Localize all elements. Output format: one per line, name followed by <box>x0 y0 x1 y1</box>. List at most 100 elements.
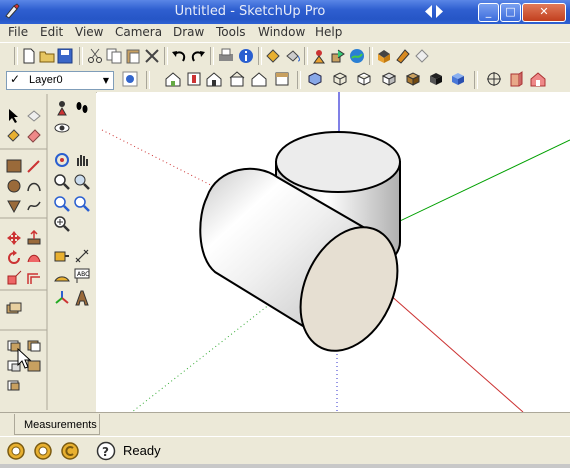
next-view-icon[interactable] <box>74 196 90 212</box>
make-component-icon[interactable] <box>265 48 281 64</box>
wireframe-cube-icon[interactable] <box>332 71 348 87</box>
position-camera-icon[interactable] <box>54 100 70 116</box>
scale-tool-icon[interactable] <box>6 270 22 286</box>
toolbar-separator <box>297 71 301 89</box>
section-plane-icon[interactable] <box>486 71 502 87</box>
layer-dropdown[interactable]: ✓ Layer0 ▼ <box>6 71 114 90</box>
svg-text:?: ? <box>102 445 109 459</box>
menu-view[interactable]: View <box>75 25 103 39</box>
get-models-icon[interactable] <box>311 48 327 64</box>
circle-tool-icon[interactable] <box>6 178 22 194</box>
materials-icon[interactable] <box>395 48 411 64</box>
previous-section-icon[interactable] <box>6 377 22 393</box>
zoom-extents-icon[interactable] <box>54 216 70 232</box>
styles-icon[interactable] <box>414 48 430 64</box>
view-left-house-icon[interactable] <box>274 71 290 87</box>
license-icon[interactable] <box>60 441 80 461</box>
walk-icon[interactable] <box>74 100 90 116</box>
undo-icon[interactable] <box>171 48 187 64</box>
cut-icon[interactable] <box>87 48 103 64</box>
offset-tool-icon[interactable] <box>26 270 42 286</box>
view-right-house-icon[interactable] <box>229 71 245 87</box>
text-tool-icon[interactable]: ABC <box>74 268 90 284</box>
google-earth-icon[interactable] <box>349 48 365 64</box>
rectangle-tool-icon[interactable] <box>6 158 22 174</box>
menu-tools[interactable]: Tools <box>216 25 246 39</box>
title-nav-icon[interactable] <box>423 4 445 19</box>
redo-icon[interactable] <box>190 48 206 64</box>
menu-file[interactable]: File <box>8 25 28 39</box>
shaded-textures-cube-icon[interactable] <box>405 71 421 87</box>
paint-bucket-tool-icon[interactable] <box>6 127 22 143</box>
open-file-icon[interactable] <box>39 48 55 64</box>
layer-manager-icon[interactable] <box>122 71 138 87</box>
new-file-icon[interactable] <box>21 48 37 64</box>
zoom-tool-icon[interactable] <box>54 174 70 190</box>
menu-help[interactable]: Help <box>315 25 342 39</box>
measurements-value-box[interactable] <box>100 414 566 434</box>
menu-draw[interactable]: Draw <box>173 25 204 39</box>
copy-icon[interactable] <box>106 48 122 64</box>
view-front-house-icon[interactable] <box>206 71 222 87</box>
toolbar-separator <box>304 47 308 65</box>
save-icon[interactable] <box>57 48 73 64</box>
erase-icon[interactable] <box>144 48 160 64</box>
close-button[interactable]: ✕ <box>522 3 566 22</box>
model-info-icon[interactable] <box>238 48 254 64</box>
protractor-icon[interactable] <box>54 268 70 284</box>
minimize-button[interactable]: _ <box>478 3 499 22</box>
hidden-line-cube-icon[interactable] <box>356 71 372 87</box>
menu-camera[interactable]: Camera <box>115 25 162 39</box>
pan-tool-icon[interactable] <box>74 152 90 168</box>
layer-stack-icon[interactable] <box>6 300 22 316</box>
print-icon[interactable] <box>218 48 234 64</box>
menu-edit[interactable]: Edit <box>40 25 63 39</box>
eraser-tool-icon[interactable] <box>26 127 42 143</box>
move-tool-icon[interactable] <box>6 230 22 246</box>
select-tool-icon[interactable] <box>6 108 22 124</box>
display-section-planes-icon[interactable] <box>508 71 524 87</box>
push-pull-tool-icon[interactable] <box>26 230 42 246</box>
view-top-house-icon[interactable] <box>186 71 202 87</box>
paint-bucket-icon[interactable] <box>285 48 301 64</box>
axes-tool-icon[interactable] <box>54 290 70 306</box>
model-canvas[interactable] <box>97 92 570 412</box>
menu-window[interactable]: Window <box>258 25 305 39</box>
toolbar-separator <box>474 71 478 89</box>
arc-tool-icon[interactable] <box>26 178 42 194</box>
previous-view-icon[interactable] <box>54 196 70 212</box>
rotate-tool-icon[interactable] <box>6 250 22 266</box>
tape-measure-icon[interactable] <box>54 248 70 264</box>
freehand-tool-icon[interactable] <box>26 198 42 214</box>
help-icon[interactable]: ? <box>96 441 116 461</box>
paste-icon[interactable] <box>125 48 141 64</box>
share-model-icon[interactable] <box>330 48 346 64</box>
follow-me-tool-icon[interactable] <box>26 250 42 266</box>
drawing-area[interactable] <box>97 92 570 412</box>
blue-shaded-cube-icon[interactable] <box>450 71 466 87</box>
look-around-icon[interactable] <box>54 120 70 136</box>
3d-text-tool-icon[interactable] <box>74 290 90 306</box>
zoom-window-icon[interactable] <box>74 174 90 190</box>
chevron-down-icon[interactable]: ▼ <box>99 72 113 89</box>
display-section-cuts-icon[interactable] <box>530 71 546 87</box>
standard-toolbar <box>0 42 570 69</box>
title-bar[interactable]: Untitled - SketchUp Pro _ □ ✕ <box>0 0 570 24</box>
maximize-button[interactable]: □ <box>500 3 521 22</box>
line-tool-icon[interactable] <box>26 158 42 174</box>
view-iso-house-icon[interactable] <box>165 71 181 87</box>
orbit-tool-icon[interactable] <box>54 152 70 168</box>
toolbar-separator <box>79 47 83 65</box>
view-back-house-icon[interactable] <box>251 71 267 87</box>
xray-cube-icon[interactable] <box>307 71 323 87</box>
shaded-cube-icon[interactable] <box>381 71 397 87</box>
geo-location-icon[interactable] <box>6 441 26 461</box>
dimension-tool-icon[interactable] <box>74 248 90 264</box>
credits-icon[interactable] <box>33 441 53 461</box>
sketchup-app-icon[interactable] <box>4 3 20 19</box>
polygon-tool-icon[interactable] <box>6 198 22 214</box>
window-title: Untitled - SketchUp Pro <box>174 4 326 19</box>
monochrome-cube-icon[interactable] <box>428 71 444 87</box>
make-component-tool-icon[interactable] <box>26 108 42 124</box>
components-icon[interactable] <box>376 48 392 64</box>
